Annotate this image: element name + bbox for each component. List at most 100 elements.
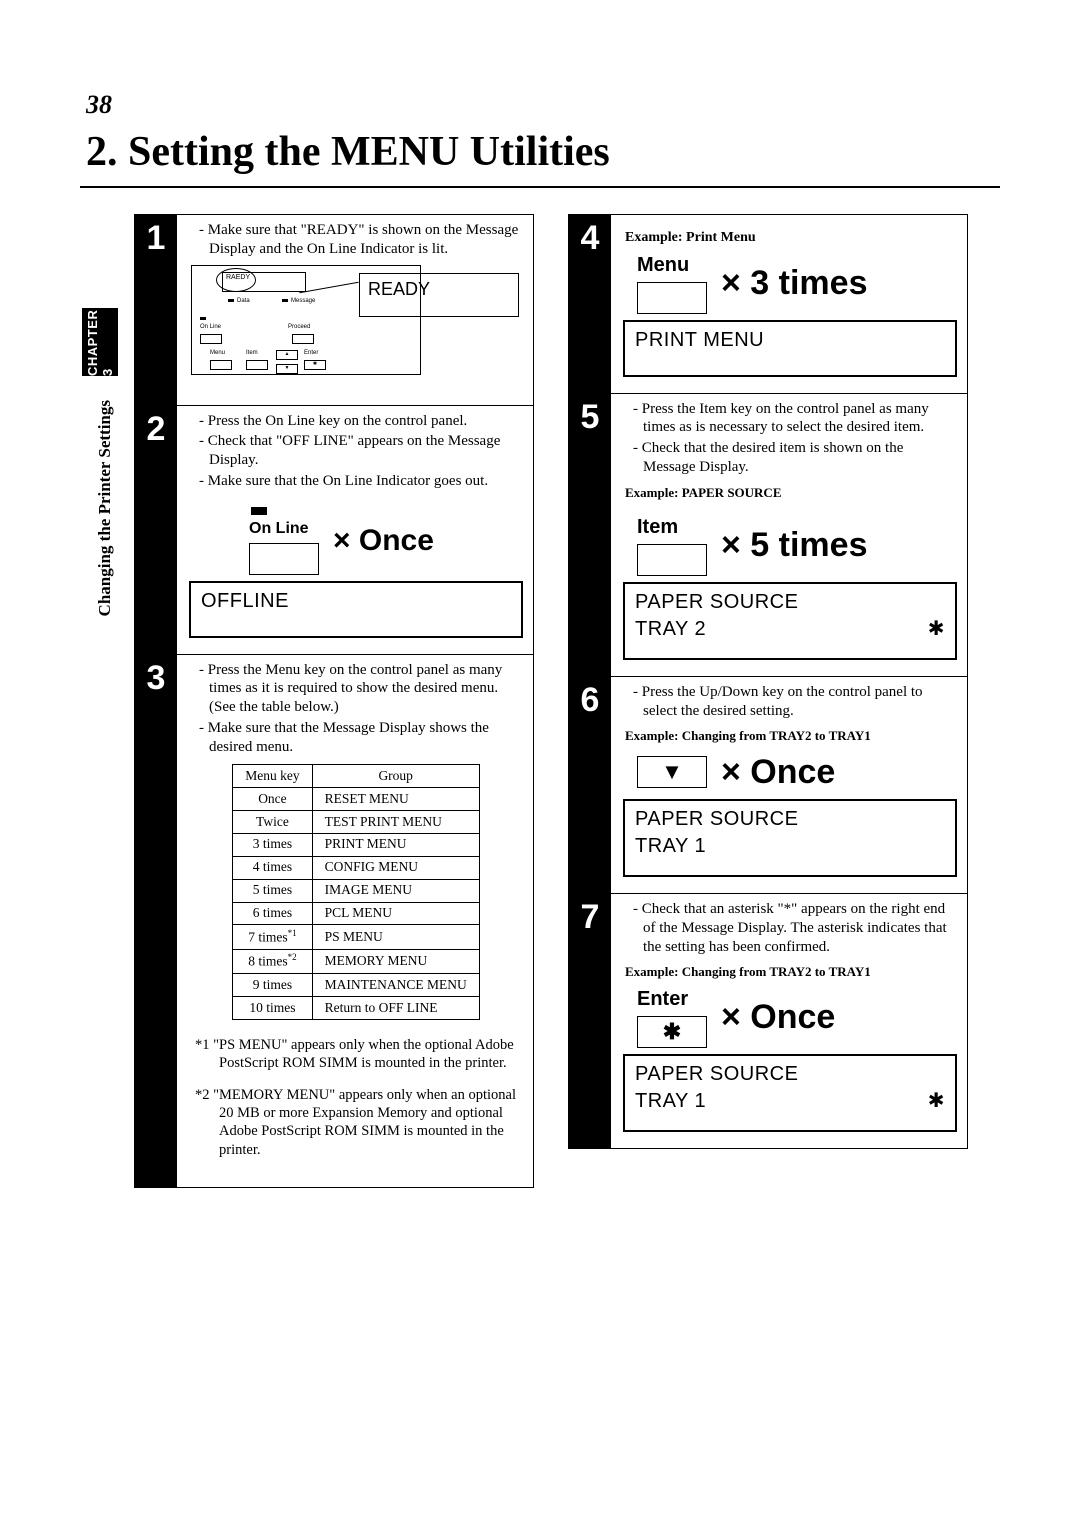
step-number: 3 bbox=[135, 655, 177, 1187]
footnote-text: "MEMORY MENU" appears only when an optio… bbox=[213, 1087, 516, 1157]
step-7: 7 Check that an asterisk "*" appears on … bbox=[568, 894, 968, 1149]
table-cell: PCL MENU bbox=[312, 902, 479, 925]
title-rule bbox=[80, 186, 1000, 188]
lcd-line2: TRAY 2 bbox=[635, 617, 706, 642]
lcd-line1: OFFLINE bbox=[201, 590, 289, 612]
asterisk-icon: ✱ bbox=[928, 617, 945, 642]
step-text: Make sure that the Message Display shows… bbox=[199, 719, 523, 757]
footnote-mark: *1 bbox=[195, 1037, 210, 1053]
page-number: 38 bbox=[86, 90, 1000, 120]
item-key-graphic: Item bbox=[637, 515, 707, 576]
online-key-graphic: On Line bbox=[249, 507, 319, 575]
footnote-mark: *2 bbox=[195, 1087, 210, 1103]
table-cell: 6 times bbox=[233, 902, 312, 925]
table-header: Menu key bbox=[233, 765, 312, 788]
footnotes: *1 "PS MENU" appears only when the optio… bbox=[189, 1026, 523, 1177]
step-body: Check that an asterisk "*" appears on th… bbox=[611, 894, 967, 1148]
lcd-display: PRINT MENU bbox=[623, 320, 957, 377]
example-value: PAPER SOURCE bbox=[682, 485, 782, 500]
lcd-display: OFFLINE bbox=[189, 581, 523, 638]
step-text: Make sure that the On Line Indicator goe… bbox=[199, 472, 523, 491]
table-cell: 7 times*1 bbox=[233, 925, 312, 949]
lcd-line1: PAPER SOURCE bbox=[635, 807, 945, 832]
table-cell: 4 times bbox=[233, 856, 312, 879]
key-label: Item bbox=[637, 515, 678, 540]
step-body: Press the Item key on the control panel … bbox=[611, 394, 967, 676]
press-times: × Once bbox=[721, 751, 835, 794]
step-number: 1 bbox=[135, 215, 177, 405]
enter-key-graphic: Enter ✱ bbox=[637, 987, 707, 1048]
step-body: Press the On Line key on the control pan… bbox=[177, 406, 533, 654]
lcd-line2: TRAY 1 bbox=[635, 1089, 706, 1114]
table-header: Group bbox=[312, 765, 479, 788]
lcd-display: PAPER SOURCE TRAY 1 ✱ bbox=[623, 1054, 957, 1132]
step-text: Check that "OFF LINE" appears on the Mes… bbox=[199, 432, 523, 470]
step-number: 7 bbox=[569, 894, 611, 1148]
press-times: × Once bbox=[721, 996, 835, 1039]
step-text: Press the Item key on the control panel … bbox=[633, 400, 957, 438]
step-body: Example: Print Menu Menu × 3 times PRINT… bbox=[611, 215, 967, 393]
step-text: Press the On Line key on the control pan… bbox=[199, 412, 523, 431]
key-button-icon bbox=[637, 544, 707, 576]
side-running-head: Changing the Printer Settings bbox=[95, 400, 115, 616]
step-text: Make sure that "READY" is shown on the M… bbox=[199, 221, 523, 259]
lcd-display: PAPER SOURCE TRAY 2 ✱ bbox=[623, 582, 957, 660]
step-text: Check that the desired item is shown on … bbox=[633, 439, 957, 477]
table-cell: PS MENU bbox=[312, 925, 479, 949]
table-cell: PRINT MENU bbox=[312, 833, 479, 856]
chapter-tab: CHAPTER 3 bbox=[82, 308, 118, 376]
two-columns: 1 Make sure that "READY" is shown on the… bbox=[80, 214, 1000, 1188]
step-body: Make sure that "READY" is shown on the M… bbox=[177, 215, 533, 405]
asterisk-icon: ✱ bbox=[928, 1089, 945, 1114]
menu-key-graphic: Menu bbox=[637, 253, 707, 314]
press-times: × 3 times bbox=[721, 262, 867, 305]
press-times: × Once bbox=[333, 522, 434, 560]
key-button-icon bbox=[249, 543, 319, 575]
step-4: 4 Example: Print Menu Menu × 3 times PRI… bbox=[568, 214, 968, 394]
table-cell: IMAGE MENU bbox=[312, 879, 479, 902]
step-2: 2 Press the On Line key on the control p… bbox=[134, 406, 534, 655]
lcd-line2: TRAY 1 bbox=[635, 834, 706, 859]
right-column: 4 Example: Print Menu Menu × 3 times PRI… bbox=[568, 214, 968, 1188]
table-cell: CONFIG MENU bbox=[312, 856, 479, 879]
step-6: 6 Press the Up/Down key on the control p… bbox=[568, 677, 968, 894]
table-cell: 3 times bbox=[233, 833, 312, 856]
table-cell: 8 times*2 bbox=[233, 949, 312, 973]
step-number: 2 bbox=[135, 406, 177, 654]
table-cell: Once bbox=[233, 788, 312, 811]
footnote-text: "PS MENU" appears only when the optional… bbox=[213, 1037, 514, 1071]
table-cell: 9 times bbox=[233, 974, 312, 997]
step-text: Check that an asterisk "*" appears on th… bbox=[633, 900, 957, 956]
chapter-tab-label: CHAPTER 3 bbox=[85, 308, 115, 376]
step-text: Press the Menu key on the control panel … bbox=[199, 661, 523, 717]
lcd-display: PAPER SOURCE TRAY 1 bbox=[623, 799, 957, 877]
key-label: Enter bbox=[637, 987, 688, 1012]
table-cell: Return to OFF LINE bbox=[312, 997, 479, 1020]
table-cell: Twice bbox=[233, 811, 312, 834]
step-body: Press the Up/Down key on the control pan… bbox=[611, 677, 967, 893]
lcd-line1: PAPER SOURCE bbox=[635, 590, 945, 615]
table-cell: RESET MENU bbox=[312, 788, 479, 811]
step-number: 4 bbox=[569, 215, 611, 393]
down-arrow-key-icon: ▼ bbox=[637, 756, 707, 788]
step-3: 3 Press the Menu key on the control pane… bbox=[134, 655, 534, 1188]
key-label: On Line bbox=[249, 519, 309, 539]
step-body: Press the Menu key on the control panel … bbox=[177, 655, 533, 1187]
press-times: × 5 times bbox=[721, 524, 867, 567]
chapter-title: 2. Setting the MENU Utilities bbox=[86, 128, 1000, 176]
menu-key-table: Menu key Group OnceRESET MENU TwiceTEST … bbox=[232, 764, 480, 1020]
left-column: 1 Make sure that "READY" is shown on the… bbox=[134, 214, 534, 1188]
step-number: 6 bbox=[569, 677, 611, 893]
lcd-line1: PAPER SOURCE bbox=[635, 1062, 945, 1087]
step-number: 5 bbox=[569, 394, 611, 676]
key-button-icon bbox=[637, 282, 707, 314]
step-1: 1 Make sure that "READY" is shown on the… bbox=[134, 214, 534, 406]
table-cell: MAINTENANCE MENU bbox=[312, 974, 479, 997]
enter-key-icon: ✱ bbox=[637, 1016, 707, 1048]
example-label: Example: Changing from TRAY2 to TRAY1 bbox=[625, 964, 957, 980]
example-label: Example: Changing from TRAY2 to TRAY1 bbox=[625, 728, 957, 744]
table-cell: MEMORY MENU bbox=[312, 949, 479, 973]
led-icon bbox=[251, 507, 267, 515]
table-cell: 10 times bbox=[233, 997, 312, 1020]
page: 38 2. Setting the MENU Utilities CHAPTER… bbox=[0, 0, 1080, 1528]
